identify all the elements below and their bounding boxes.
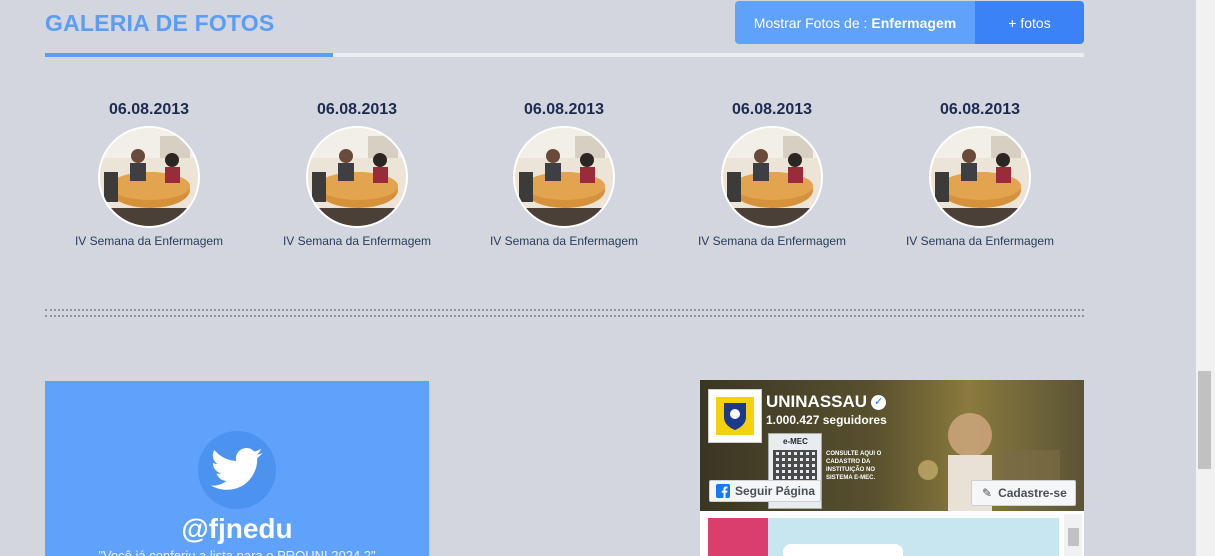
photo-caption[interactable]: IV Semana da Enfermagem xyxy=(460,234,668,248)
uninassau-logo[interactable] xyxy=(708,389,762,443)
pencil-icon: ✎ xyxy=(982,486,993,500)
feed-image-band xyxy=(708,518,768,556)
photo-item[interactable]: 06.08.2013 IV Semana da Enfermagem xyxy=(668,99,876,248)
photo-caption[interactable]: IV Semana da Enfermagem xyxy=(253,234,461,248)
facebook-followers: 1.000.427 seguidores xyxy=(766,413,887,427)
shield-logo-icon xyxy=(716,397,754,435)
meeting-photo-image xyxy=(931,128,1029,226)
photo-date: 06.08.2013 xyxy=(939,101,1021,118)
filter-value: Enfermagem xyxy=(871,14,957,31)
title-rule-accent xyxy=(45,53,333,57)
facebook-icon xyxy=(716,484,730,498)
follow-page-button[interactable]: Seguir Página xyxy=(709,480,821,502)
cover-text: CONSULTE AQUI O CADASTRO DA INSTITUIÇÃO … xyxy=(826,451,882,481)
photo-date: 06.08.2013 xyxy=(108,101,190,118)
more-photos-button[interactable]: + fotos xyxy=(975,1,1084,44)
meeting-photo-image xyxy=(723,128,821,226)
photo-caption[interactable]: IV Semana da Enfermagem xyxy=(876,234,1084,248)
photo-date: 06.08.2013 xyxy=(731,101,813,118)
signup-label: Cadastre-se xyxy=(998,486,1067,500)
filter-prefix: Mostrar Fotos de : xyxy=(753,14,868,31)
facebook-feed-preview[interactable] xyxy=(708,518,1059,556)
filter-bar: Mostrar Fotos de : Enfermagem + fotos xyxy=(735,1,1084,44)
photo-item[interactable]: 06.08.2013 IV Semana da Enfermagem xyxy=(876,99,1084,248)
photo-thumbnail[interactable] xyxy=(98,126,200,228)
gallery-title: GALERIA DE FOTOS xyxy=(45,10,275,36)
photo-thumbnail[interactable] xyxy=(929,126,1031,228)
emec-label: e-MEC xyxy=(783,437,808,446)
meeting-photo-image xyxy=(308,128,406,226)
twitter-handle[interactable]: @fjnedu xyxy=(45,513,429,545)
photo-date: 06.08.2013 xyxy=(316,101,398,118)
facebook-page-name[interactable]: UNINASSAU ✓ xyxy=(766,392,887,412)
follow-label: Seguir Página xyxy=(735,484,816,498)
facebook-scrollbar[interactable] xyxy=(1064,514,1082,556)
photo-caption[interactable]: IV Semana da Enfermagem xyxy=(668,234,876,248)
page-scrollbar-thumb[interactable] xyxy=(1198,371,1211,469)
photo-item[interactable]: 06.08.2013 IV Semana da Enfermagem xyxy=(460,99,668,248)
photo-thumbnail[interactable] xyxy=(306,126,408,228)
meeting-photo-image xyxy=(515,128,613,226)
photo-thumbnail[interactable] xyxy=(513,126,615,228)
course-filter-dropdown[interactable]: Mostrar Fotos de : Enfermagem xyxy=(735,1,975,44)
tweet-text: "Você já conferiu a lista para o PROUNI … xyxy=(98,548,376,556)
facebook-page-widget[interactable]: UNINASSAU ✓ 1.000.427 seguidores e-MEC CO… xyxy=(700,380,1084,556)
photo-date: 06.08.2013 xyxy=(523,101,605,118)
verified-icon: ✓ xyxy=(871,395,887,411)
facebook-scrollbar-thumb[interactable] xyxy=(1068,528,1079,546)
meeting-photo-image xyxy=(100,128,198,226)
feed-image-card xyxy=(783,544,903,556)
page-name-text: UNINASSAU xyxy=(766,392,868,411)
facebook-cover-image[interactable]: UNINASSAU ✓ 1.000.427 seguidores e-MEC CO… xyxy=(700,380,1084,511)
photo-item[interactable]: 06.08.2013 IV Semana da Enfermagem xyxy=(253,99,461,248)
photo-caption[interactable]: IV Semana da Enfermagem xyxy=(45,234,253,248)
section-divider xyxy=(45,309,1084,317)
signup-button[interactable]: ✎ Cadastre-se xyxy=(971,480,1076,506)
photo-item[interactable]: 06.08.2013 IV Semana da Enfermagem xyxy=(45,99,253,248)
page-scrollbar[interactable] xyxy=(1196,0,1215,556)
photo-thumbnail[interactable] xyxy=(721,126,823,228)
twitter-icon-circle xyxy=(198,431,276,509)
twitter-bird-icon xyxy=(210,448,263,490)
twitter-card[interactable]: @fjnedu "Você já conferiu a lista para o… xyxy=(45,381,429,556)
title-rule xyxy=(45,53,1084,57)
